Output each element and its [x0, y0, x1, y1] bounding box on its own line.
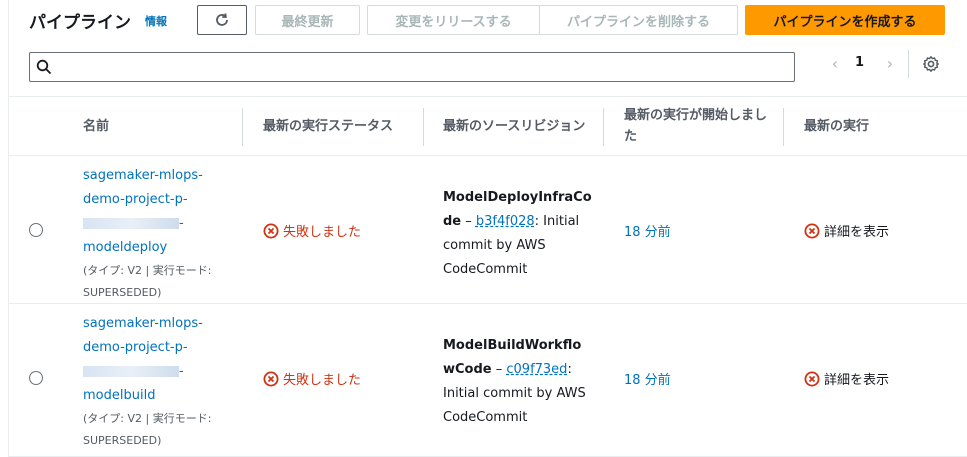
column-header-started[interactable]: 最新の実行が開始しました — [624, 97, 774, 155]
revision-id-link[interactable]: b3f4f028 — [476, 214, 535, 229]
pipeline-meta: SUPERSEDED) — [83, 434, 162, 447]
table-row[interactable]: sagemaker-mlops- demo-project-p- - model… — [9, 304, 967, 454]
started-time-link[interactable]: 18 分前 — [624, 221, 671, 240]
column-header-status[interactable]: 最新の実行ステータス — [263, 97, 423, 155]
row-select-radio[interactable] — [29, 371, 43, 385]
panel-header: パイプライン 情報 最終更新 変更をリリースする パイプラインを削除する パイプ… — [9, 0, 967, 96]
column-header-latest-execution[interactable]: 最新の実行 — [804, 97, 944, 155]
release-change-button[interactable]: 変更をリリースする — [367, 5, 540, 35]
column-header-name[interactable]: 名前 — [83, 97, 233, 155]
pipeline-name-line: demo-project-p- — [83, 340, 188, 355]
view-details[interactable]: 詳細を表示 — [804, 369, 889, 388]
pipeline-name-line: - — [83, 360, 243, 384]
pipeline-name-line: modeldeploy — [83, 240, 168, 255]
next-page-icon[interactable]: › — [882, 54, 898, 74]
latest-update-button[interactable]: 最終更新 — [255, 5, 360, 35]
revision-id-link[interactable]: c09f73ed — [506, 362, 567, 377]
pipeline-name-link[interactable]: sagemaker-mlops- demo-project-p- - model… — [83, 164, 243, 260]
redacted-text — [83, 218, 179, 229]
pipeline-meta: (タイプ: V2 | 実行モード: — [83, 264, 212, 277]
column-divider — [423, 108, 424, 146]
view-details-label: 詳細を表示 — [824, 373, 890, 388]
redacted-text — [83, 366, 179, 377]
error-icon — [263, 223, 279, 238]
delete-pipeline-button[interactable]: パイプラインを削除する — [539, 5, 738, 35]
column-header-source-revision[interactable]: 最新のソースリビジョン — [443, 97, 593, 155]
status-text: 失敗しました — [283, 225, 362, 240]
pipeline-name-suffix: - — [179, 364, 184, 379]
info-link[interactable]: 情報 — [145, 13, 167, 29]
started-time-link[interactable]: 18 分前 — [624, 369, 671, 388]
table-row[interactable]: sagemaker-mlops- demo-project-p- - model… — [9, 156, 967, 304]
search-input[interactable] — [29, 52, 795, 82]
status-failed: 失敗しました — [263, 369, 361, 388]
gear-icon[interactable] — [922, 55, 940, 73]
column-divider — [603, 108, 604, 146]
revision-dash: – — [491, 362, 507, 377]
status-failed: 失敗しました — [263, 221, 361, 240]
search-icon — [36, 59, 52, 75]
page-title: パイプライン — [29, 13, 131, 33]
pipeline-name-link[interactable]: sagemaker-mlops- demo-project-p- - model… — [83, 312, 243, 408]
pipeline-meta: (タイプ: V2 | 実行モード: — [83, 412, 212, 425]
pipeline-name-line: - — [83, 212, 243, 236]
view-details[interactable]: 詳細を表示 — [804, 221, 889, 240]
status-text: 失敗しました — [283, 373, 362, 388]
pipeline-name-cell: sagemaker-mlops- demo-project-p- - model… — [83, 164, 243, 304]
pipeline-name-line: sagemaker-mlops- — [83, 168, 203, 183]
source-revision-cell: ModelBuildWorkflowCode – c09f73ed: Initi… — [443, 334, 593, 430]
pipeline-meta: SUPERSEDED) — [83, 286, 162, 299]
revision-dash: – — [461, 214, 476, 229]
pipeline-name-cell: sagemaker-mlops- demo-project-p- - model… — [83, 312, 243, 452]
error-icon — [263, 371, 279, 386]
refresh-icon — [216, 13, 228, 26]
previous-page-icon[interactable]: ‹ — [827, 54, 843, 74]
pipeline-name-line: demo-project-p- — [83, 192, 188, 207]
refresh-button[interactable] — [197, 5, 247, 35]
row-select-radio[interactable] — [29, 223, 43, 237]
pipeline-name-line: sagemaker-mlops- — [83, 316, 203, 331]
table-header: 名前 最新の実行ステータス 最新のソースリビジョン 最新の実行が開始しました 最… — [9, 96, 967, 156]
pager-divider — [908, 50, 909, 78]
pipeline-name-suffix: - — [179, 216, 184, 231]
column-divider — [783, 108, 784, 146]
view-details-label: 詳細を表示 — [824, 225, 890, 240]
pipelines-panel: パイプライン 情報 最終更新 変更をリリースする パイプラインを削除する パイプ… — [8, 0, 967, 457]
source-revision-cell: ModelDeployInfraCode – b3f4f028: Initial… — [443, 186, 593, 282]
column-divider — [242, 108, 243, 146]
error-icon — [804, 223, 820, 238]
page-number[interactable]: 1 — [855, 55, 864, 70]
pipeline-name-line: modelbuild — [83, 388, 156, 403]
create-pipeline-button[interactable]: パイプラインを作成する — [745, 5, 945, 35]
error-icon — [804, 371, 820, 386]
